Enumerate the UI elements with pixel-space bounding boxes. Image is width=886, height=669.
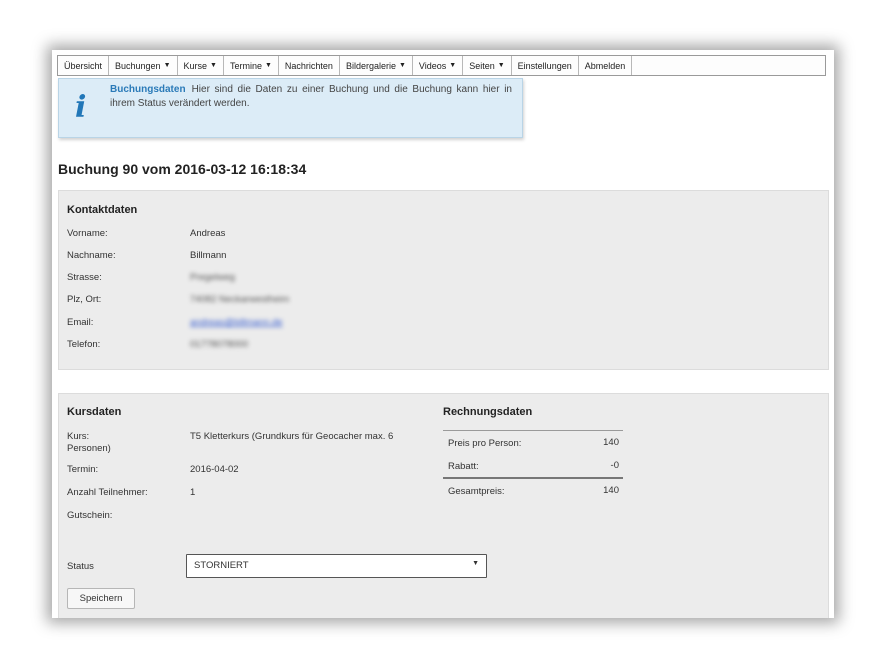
- invoice-row-label: Preis pro Person:: [448, 438, 522, 449]
- invoice-row-label: Rabatt:: [448, 461, 479, 472]
- info-icon: i: [75, 90, 87, 125]
- nav-label: Buchungen: [115, 60, 161, 71]
- info-text: Buchungsdaten Hier sind die Daten zu eine…: [110, 83, 512, 111]
- firstname-value: Andreas: [190, 228, 226, 239]
- participants-label: Anzahl Teilnehmer:: [67, 487, 148, 498]
- contact-heading: Kontaktdaten: [67, 204, 138, 216]
- street-label: Strasse:: [67, 272, 102, 283]
- caret-down-icon: ▼: [264, 62, 272, 69]
- page-title: Buchung 90 vom 2016-03-12 16:18:34: [58, 161, 307, 177]
- main-navigation: Übersicht Buchungen ▼ Kurse ▼ Termine ▼ Nac…: [57, 55, 826, 76]
- nav-label: Einstellungen: [517, 60, 572, 71]
- nav-label: Abmelden: [584, 60, 626, 71]
- caret-down-icon: ▼: [449, 62, 457, 69]
- voucher-label: Gutschein:: [67, 510, 113, 521]
- course-panel: Kursdaten Kurs: Personen) T5 Kletterkurs…: [58, 393, 829, 618]
- date-value: 2016-04-02: [190, 464, 239, 475]
- caret-down-icon: ▼: [163, 62, 171, 69]
- nav-item-videos[interactable]: Videos ▼: [413, 56, 464, 75]
- nav-item-nachrichten[interactable]: Nachrichten: [279, 56, 340, 75]
- zip-city-value: 74082 Neckarwestheim: [190, 294, 290, 305]
- save-button[interactable]: Speichern: [67, 588, 135, 609]
- status-label: Status: [67, 561, 94, 572]
- email-label: Email:: [67, 317, 94, 328]
- invoice-total-row: Gesamtpreis: 140: [443, 479, 623, 502]
- nav-item-termine[interactable]: Termine ▼: [224, 56, 279, 75]
- nav-item-buchungen[interactable]: Buchungen ▼: [109, 56, 178, 75]
- invoice-row-label: Gesamtpreis:: [448, 486, 505, 497]
- invoice-row: Rabatt: -0: [443, 454, 623, 479]
- invoice-row-value: 140: [603, 437, 619, 448]
- lastname-label: Nachname:: [67, 250, 116, 261]
- zip-city-label: Plz, Ort:: [67, 294, 102, 305]
- nav-label: Termine: [229, 60, 262, 71]
- course-value: T5 Kletterkurs (Grundkurs für Geocacher …: [190, 431, 394, 442]
- phone-label: Telefon:: [67, 339, 101, 350]
- caret-down-icon: ▼: [210, 62, 217, 69]
- firstname-label: Vorname:: [67, 228, 108, 239]
- caret-down-icon: ▼: [497, 62, 505, 69]
- nav-item-kurse[interactable]: Kurse ▼: [178, 56, 224, 75]
- contact-panel: Kontaktdaten Vorname: Andreas Nachname: …: [58, 190, 829, 370]
- nav-label: Nachrichten: [284, 60, 333, 71]
- chevron-down-icon: ▼: [472, 560, 479, 567]
- info-box: i Buchungsdaten Hier sind die Daten zu ei…: [58, 78, 523, 138]
- nav-item-einstellungen[interactable]: Einstellungen: [512, 56, 579, 75]
- participants-value: 1: [190, 487, 196, 498]
- browser-frame: Übersicht Buchungen ▼ Kurse ▼ Termine ▼ Nac…: [52, 50, 834, 618]
- invoice-row-value: 140: [603, 485, 619, 496]
- info-title: Buchungsdaten: [110, 84, 186, 95]
- nav-item-bildergalerie[interactable]: Bildergalerie ▼: [340, 56, 413, 75]
- date-label: Termin:: [67, 464, 99, 475]
- nav-item-uebersicht[interactable]: Übersicht: [58, 56, 110, 75]
- email-link[interactable]: andreas@billmann.de: [190, 317, 283, 328]
- nav-label: Bildergalerie: [345, 60, 396, 71]
- course-label: Kurs:: [67, 431, 90, 442]
- status-selected-value: STORNIERT: [194, 560, 249, 571]
- invoice-row-value: -0: [610, 460, 619, 471]
- nav-item-seiten[interactable]: Seiten ▼: [463, 56, 512, 75]
- street-value: Pregelweg: [190, 272, 235, 283]
- nav-label: Videos: [418, 60, 447, 71]
- phone-value: 01778078000: [190, 339, 249, 350]
- course-label-continued: Personen): [67, 443, 111, 454]
- caret-down-icon: ▼: [398, 62, 406, 69]
- invoice-table: Preis pro Person: 140 Rabatt: -0 Gesamtp…: [443, 430, 623, 502]
- nav-label: Kurse: [183, 60, 208, 71]
- status-select[interactable]: STORNIERT ▼: [186, 554, 487, 578]
- nav-label: Übersicht: [64, 60, 103, 71]
- lastname-value: Billmann: [190, 250, 227, 261]
- invoice-heading: Rechnungsdaten: [443, 406, 533, 418]
- nav-label: Seiten: [469, 60, 495, 71]
- nav-item-abmelden[interactable]: Abmelden: [579, 56, 633, 75]
- invoice-row: Preis pro Person: 140: [443, 430, 623, 454]
- course-heading: Kursdaten: [67, 406, 122, 418]
